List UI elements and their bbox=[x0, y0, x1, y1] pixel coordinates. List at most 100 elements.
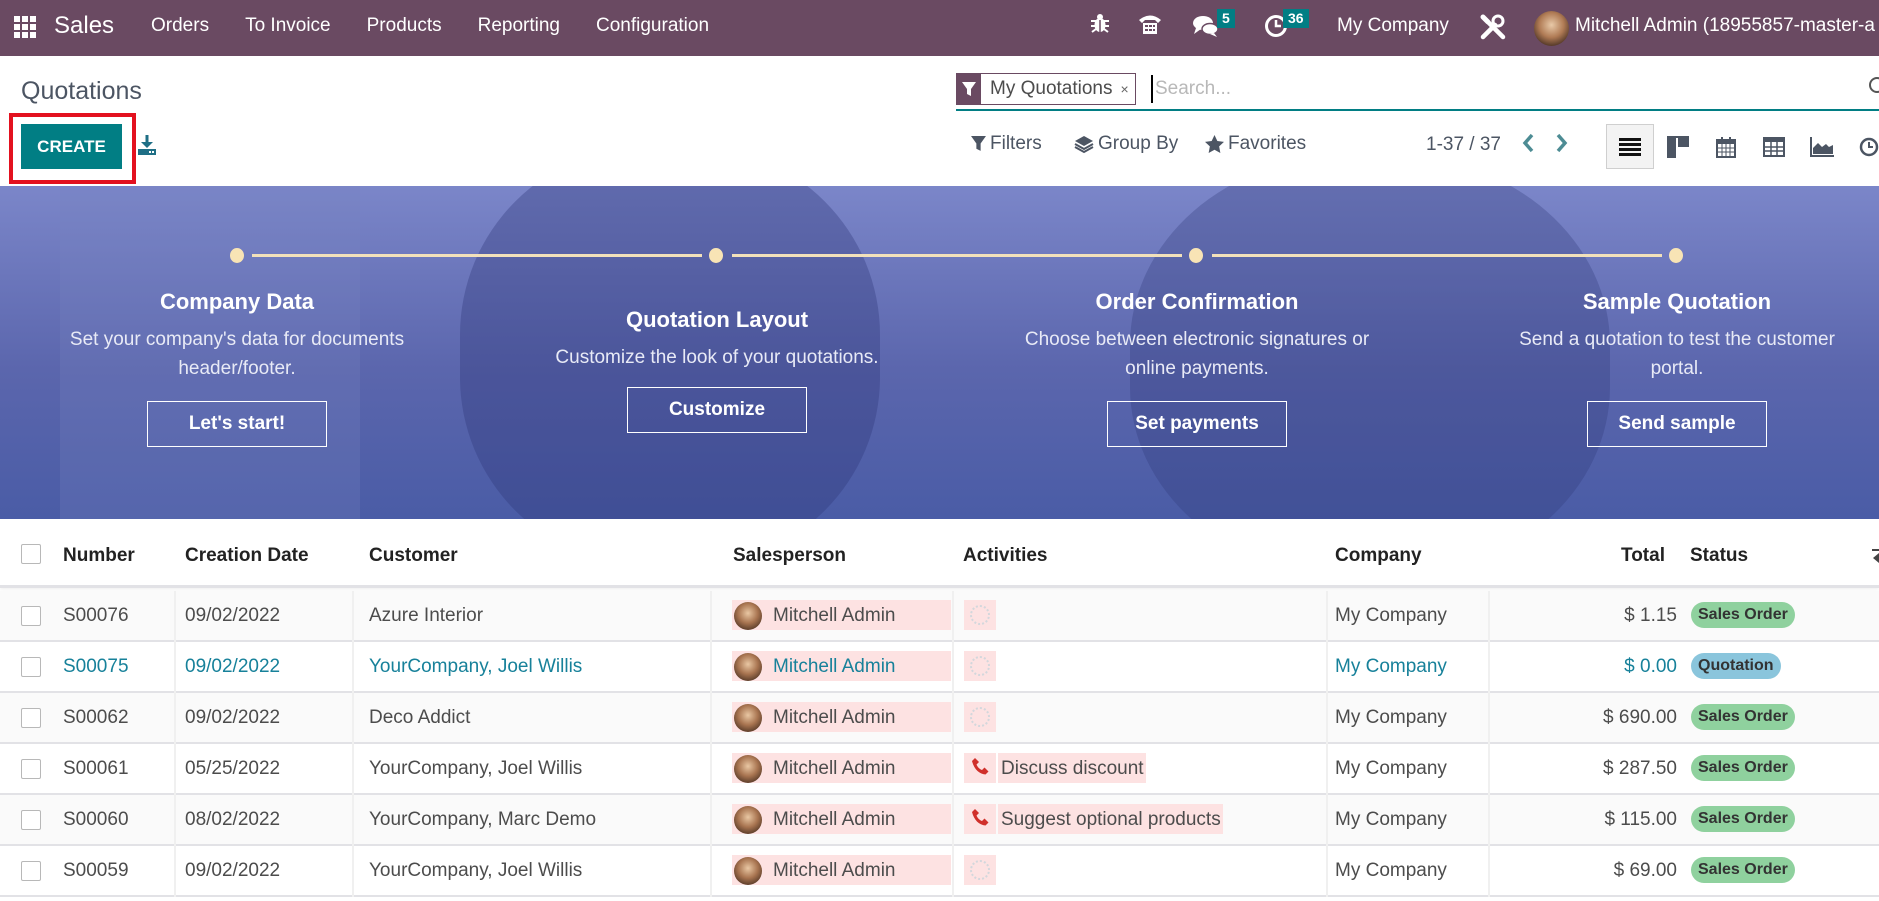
calendar-view-icon bbox=[1716, 136, 1736, 158]
column-separator bbox=[952, 591, 954, 642]
pager-previous-icon[interactable] bbox=[1521, 132, 1535, 160]
cell-salesperson[interactable]: Mitchell Admin bbox=[773, 758, 896, 780]
page-title[interactable]: Quotations bbox=[21, 77, 142, 106]
column-company[interactable]: Company bbox=[1335, 545, 1422, 567]
apps-grid-icon[interactable] bbox=[14, 16, 36, 38]
chat-icon[interactable] bbox=[1192, 14, 1220, 44]
filter-icon bbox=[971, 136, 986, 151]
menu-to-invoice[interactable]: To Invoice bbox=[245, 15, 331, 37]
table-row[interactable]: S00062 09/02/2022 Deco Addict Mitchell Admi… bbox=[0, 693, 1879, 744]
cell-company: My Company bbox=[1335, 758, 1447, 779]
activity-clock-icon[interactable] bbox=[970, 656, 990, 676]
step-dot-1 bbox=[230, 248, 244, 263]
table-row[interactable]: S00076 09/02/2022 Azure Interior Mitchell A… bbox=[0, 591, 1879, 642]
activity-clock-icon[interactable] bbox=[970, 707, 990, 727]
cell-salesperson[interactable]: Mitchell Admin bbox=[773, 809, 896, 831]
column-salesperson[interactable]: Salesperson bbox=[733, 545, 846, 567]
row-checkbox[interactable] bbox=[21, 810, 41, 830]
cell-salesperson[interactable]: Mitchell Admin bbox=[773, 656, 896, 678]
company-switcher[interactable]: My Company bbox=[1337, 15, 1449, 37]
column-total[interactable]: Total bbox=[1621, 545, 1665, 567]
column-separator bbox=[1326, 642, 1328, 693]
phone-call-icon[interactable] bbox=[971, 757, 991, 783]
cell-customer: YourCompany, Joel Willis bbox=[369, 656, 583, 677]
user-avatar[interactable] bbox=[1534, 11, 1569, 46]
status-badge: Sales Order bbox=[1691, 602, 1795, 628]
column-separator bbox=[952, 846, 954, 897]
table-row[interactable]: S00061 05/25/2022 YourCompany, Joel Willis… bbox=[0, 744, 1879, 795]
view-list-button[interactable] bbox=[1606, 124, 1654, 169]
menu-configuration[interactable]: Configuration bbox=[596, 15, 709, 37]
row-checkbox[interactable] bbox=[21, 708, 41, 728]
search-icon[interactable] bbox=[1869, 77, 1879, 93]
column-separator bbox=[352, 693, 354, 744]
onboarding-step-quotation-layout: Quotation Layout Customize the look of y… bbox=[497, 307, 937, 433]
menu-orders[interactable]: Orders bbox=[151, 15, 209, 37]
column-separator bbox=[1488, 693, 1490, 744]
column-status[interactable]: Status bbox=[1690, 545, 1748, 567]
send-sample-button[interactable]: Send sample bbox=[1587, 401, 1767, 447]
cell-salesperson[interactable]: Mitchell Admin bbox=[773, 707, 896, 729]
cell-creation-date: 09/02/2022 bbox=[185, 656, 281, 677]
phone-icon[interactable] bbox=[1137, 11, 1163, 43]
favorites-button[interactable]: Favorites bbox=[1205, 133, 1306, 155]
cell-company: My Company bbox=[1335, 707, 1447, 728]
activity-summary[interactable]: Suggest optional products bbox=[998, 804, 1223, 834]
lets-start-button[interactable]: Let's start! bbox=[147, 401, 327, 447]
column-separator bbox=[1326, 693, 1328, 744]
column-separator bbox=[1326, 591, 1328, 642]
row-checkbox[interactable] bbox=[21, 657, 41, 677]
view-kanban-button[interactable] bbox=[1654, 124, 1702, 169]
cell-company: My Company bbox=[1335, 656, 1447, 677]
search-facet[interactable]: My Quotations × bbox=[956, 73, 1136, 105]
phone-call-icon[interactable] bbox=[971, 808, 991, 834]
download-icon[interactable] bbox=[137, 134, 157, 156]
column-customer[interactable]: Customer bbox=[369, 545, 458, 567]
pager-next-icon[interactable] bbox=[1555, 132, 1569, 160]
app-brand[interactable]: Sales bbox=[54, 12, 114, 40]
column-number[interactable]: Number bbox=[63, 545, 135, 567]
cell-salesperson[interactable]: Mitchell Admin bbox=[773, 860, 896, 882]
column-activities[interactable]: Activities bbox=[963, 545, 1047, 567]
user-menu[interactable]: Mitchell Admin (18955857-master-a bbox=[1575, 15, 1875, 37]
set-payments-button[interactable]: Set payments bbox=[1107, 401, 1287, 447]
column-separator bbox=[1326, 744, 1328, 795]
view-graph-button[interactable] bbox=[1798, 124, 1846, 169]
activity-clock-icon[interactable] bbox=[970, 605, 990, 625]
cell-number: S00060 bbox=[63, 809, 129, 830]
view-pivot-button[interactable] bbox=[1750, 124, 1798, 169]
table-row[interactable]: S00059 09/02/2022 YourCompany, Joel Willis… bbox=[0, 846, 1879, 897]
row-checkbox[interactable] bbox=[21, 759, 41, 779]
group-by-button[interactable]: Group By bbox=[1074, 133, 1178, 155]
activity-clock-icon[interactable] bbox=[970, 860, 990, 880]
search-input[interactable] bbox=[1151, 75, 1751, 103]
row-checkbox[interactable] bbox=[21, 606, 41, 626]
cell-total: $ 0.00 bbox=[1624, 656, 1677, 677]
menu-products[interactable]: Products bbox=[367, 15, 442, 37]
row-checkbox[interactable] bbox=[21, 861, 41, 881]
table-row[interactable]: S00060 08/02/2022 YourCompany, Marc Demo Mi… bbox=[0, 795, 1879, 846]
menu-reporting[interactable]: Reporting bbox=[478, 15, 560, 37]
optional-columns-toggle-icon[interactable] bbox=[1872, 549, 1879, 565]
cell-creation-date: 09/02/2022 bbox=[185, 605, 281, 626]
view-activity-button[interactable] bbox=[1846, 124, 1879, 169]
activity-summary[interactable]: Discuss discount bbox=[998, 753, 1146, 783]
cell-customer: Deco Addict bbox=[369, 707, 471, 728]
column-separator bbox=[952, 795, 954, 846]
cell-salesperson[interactable]: Mitchell Admin bbox=[773, 605, 896, 627]
bug-icon[interactable] bbox=[1090, 12, 1110, 40]
step-description: Send a quotation to test the customer po… bbox=[1519, 329, 1835, 379]
view-calendar-button[interactable] bbox=[1702, 124, 1750, 169]
progress-track-2 bbox=[732, 254, 1182, 257]
customize-button[interactable]: Customize bbox=[627, 387, 807, 433]
select-all-checkbox[interactable] bbox=[21, 544, 41, 564]
tools-icon[interactable] bbox=[1479, 13, 1507, 47]
create-button[interactable]: CREATE bbox=[21, 124, 122, 169]
pager-value[interactable]: 1-37 / 37 bbox=[1426, 134, 1501, 156]
table-row[interactable]: S00075 09/02/2022 YourCompany, Joel Willis… bbox=[0, 642, 1879, 693]
filters-button[interactable]: Filters bbox=[971, 133, 1042, 155]
column-creation-date[interactable]: Creation Date bbox=[185, 545, 309, 567]
column-separator bbox=[352, 642, 354, 693]
facet-remove-icon[interactable]: × bbox=[1121, 81, 1135, 97]
step-title: Order Confirmation bbox=[1095, 289, 1299, 314]
